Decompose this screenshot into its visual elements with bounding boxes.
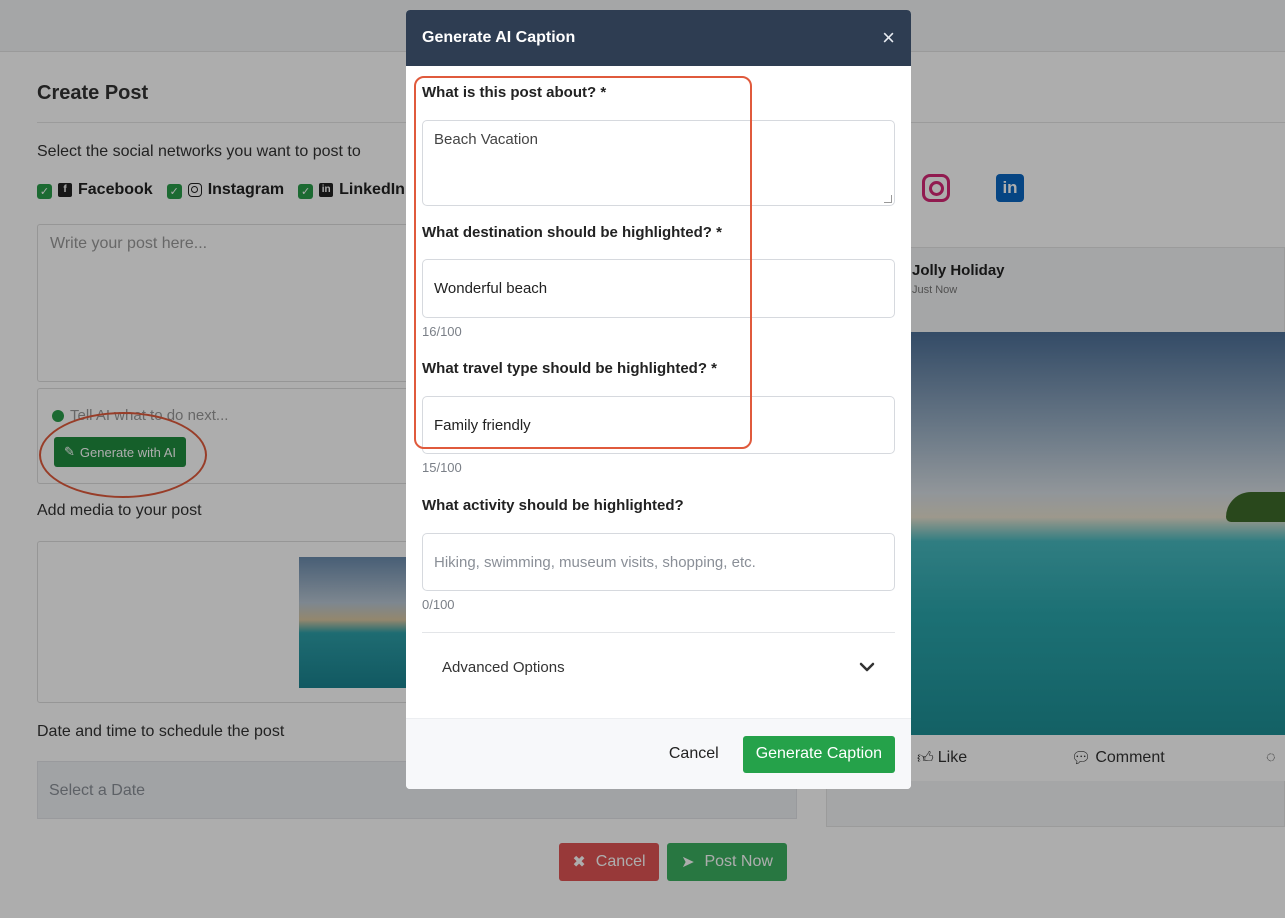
about-value: Beach Vacation xyxy=(434,131,538,148)
activity-counter: 0/100 xyxy=(422,597,455,612)
destination-value: Wonderful beach xyxy=(434,280,548,297)
activity-input[interactable]: Hiking, swimming, museum visits, shoppin… xyxy=(422,533,895,591)
divider xyxy=(422,632,895,633)
modal-body: What is this post about? * Beach Vacatio… xyxy=(406,66,911,718)
about-textarea[interactable]: Beach Vacation xyxy=(422,120,895,206)
about-label: What is this post about? * xyxy=(422,84,607,101)
travel-type-label: What travel type should be highlighted? … xyxy=(422,360,718,377)
destination-counter: 16/100 xyxy=(422,324,462,339)
modal-footer: Cancel Generate Caption xyxy=(406,718,911,789)
close-icon[interactable]: × xyxy=(882,27,895,49)
activity-placeholder: Hiking, swimming, museum visits, shoppin… xyxy=(434,553,756,571)
generate-caption-button[interactable]: Generate Caption xyxy=(742,735,895,773)
resize-handle-icon[interactable] xyxy=(884,195,892,203)
destination-label: What destination should be highlighted? … xyxy=(422,224,722,241)
advanced-options-toggle[interactable]: Advanced Options xyxy=(422,652,895,682)
chevron-down-icon xyxy=(859,662,875,672)
modal-header: Generate AI Caption × xyxy=(406,10,911,66)
destination-input[interactable]: Wonderful beach xyxy=(422,259,895,318)
generate-caption-modal: Generate AI Caption × What is this post … xyxy=(406,10,911,789)
modal-title: Generate AI Caption xyxy=(422,29,576,46)
activity-label: What activity should be highlighted? xyxy=(422,497,684,514)
travel-type-value: Family friendly xyxy=(434,416,531,434)
modal-cancel-button[interactable]: Cancel xyxy=(663,745,725,763)
advanced-options-label: Advanced Options xyxy=(442,658,565,676)
travel-type-input[interactable]: Family friendly xyxy=(422,396,895,454)
travel-type-counter: 15/100 xyxy=(422,460,462,475)
